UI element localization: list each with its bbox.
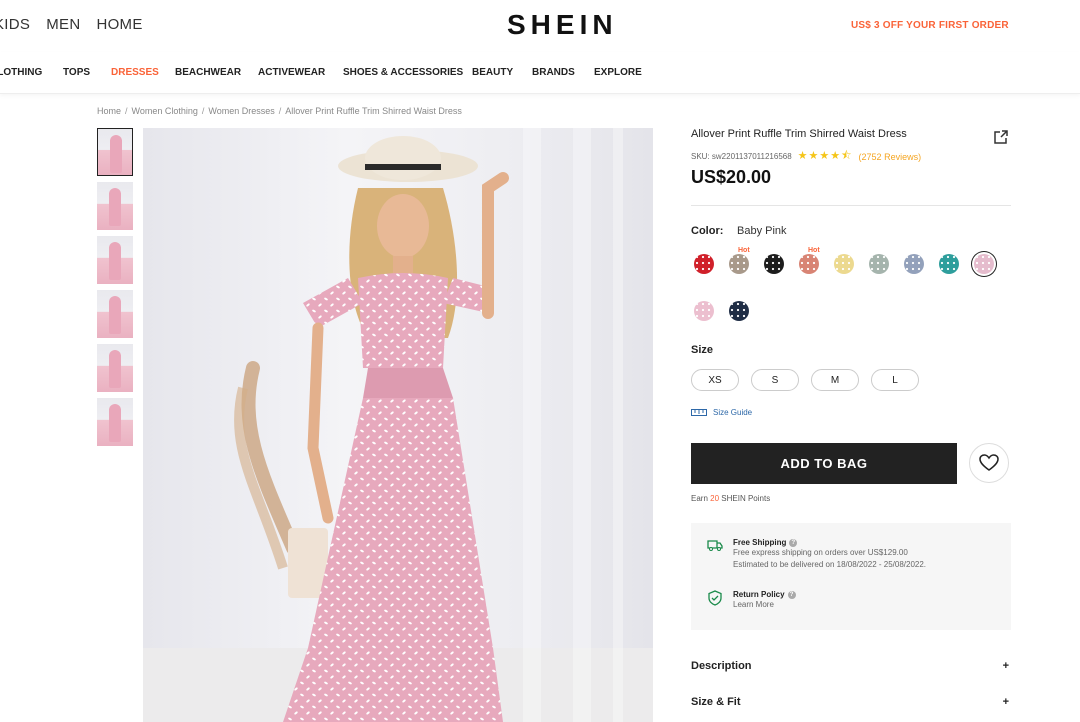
color-swatch-red[interactable] [694,254,714,274]
size-s-button[interactable]: S [751,369,799,391]
hot-badge: Hot [738,247,750,254]
category-beachwear[interactable]: BEACHWEAR [175,67,241,78]
help-icon[interactable]: ? [789,538,798,547]
size-m-button[interactable]: M [811,369,859,391]
earn-prefix: Earn [691,494,708,503]
breadcrumb-home[interactable]: Home [97,106,121,116]
shipping-box: Free Shipping? Free express shipping on … [691,523,1011,630]
thumbnail-3[interactable] [97,236,133,284]
shield-check-icon [708,590,722,606]
breadcrumb-women-clothing[interactable]: Women Clothing [132,106,198,116]
category-tops[interactable]: TOPS [63,67,90,78]
points-info: Earn 20 SHEIN Points [691,494,770,503]
product-price: US$20.00 [691,167,772,187]
size-guide-link[interactable]: Size Guide [691,407,752,417]
category-clothing[interactable]: CLOTHING [0,67,42,78]
nav-kids[interactable]: KIDS [0,16,30,33]
ruler-icon [691,409,707,416]
breadcrumb-women-dresses[interactable]: Women Dresses [208,106,274,116]
category-dresses[interactable]: DRESSES [111,67,159,78]
divider [691,205,1011,206]
category-explore[interactable]: EXPLORE [594,67,642,78]
accordion-size-fit-label: Size & Fit [691,696,741,708]
return-policy-row[interactable]: Return Policy? Learn More [707,590,796,611]
product-sku: SKU: sw2201137011216568 [691,152,792,161]
sku-rating-row: SKU: sw2201137011216568 ★★★★⯪ (2752 Revi… [691,147,921,166]
thumbnail-list [97,128,133,452]
size-label: Size [691,344,714,356]
accordion-description[interactable]: Description + [691,660,1011,672]
earn-points-value: 20 [710,494,720,503]
truck-icon [707,540,723,551]
wishlist-button[interactable] [969,443,1009,483]
color-swatch-yellow[interactable] [834,254,854,274]
free-shipping-row: Free Shipping? Free express shipping on … [707,538,926,571]
size-xs-button[interactable]: XS [691,369,739,391]
plus-icon: + [1002,660,1009,672]
color-swatch-sage[interactable] [869,254,889,274]
free-shipping-title: Free Shipping [733,538,787,547]
thumbnail-5[interactable] [97,344,133,392]
category-shoes-accessories[interactable]: SHOES & ACCESSORIES [343,67,463,78]
size-l-button[interactable]: L [871,369,919,391]
color-swatch-dusty-blue[interactable] [904,254,924,274]
color-label: Color: [691,225,724,237]
share-icon[interactable] [994,130,1008,144]
shein-logo[interactable]: SHEIN [507,9,618,41]
thumbnail-4[interactable] [97,290,133,338]
breadcrumb-current: Allover Print Ruffle Trim Shirred Waist … [285,106,462,116]
color-swatch-coral[interactable] [799,254,819,274]
learn-more-link[interactable]: Learn More [733,599,796,611]
free-shipping-line1: Free express shipping on orders over US$… [733,548,908,557]
color-swatch-teal[interactable] [939,254,959,274]
size-guide-label: Size Guide [713,407,753,417]
promo-banner[interactable]: US$ 3 OFF YOUR FIRST ORDER [851,20,1009,31]
reviews-link[interactable]: (2752 Reviews) [859,152,922,162]
return-policy-title: Return Policy [733,590,785,599]
thumbnail-6[interactable] [97,398,133,446]
category-brands[interactable]: BRANDS [532,67,575,78]
plus-icon: + [1002,696,1009,708]
heart-icon [979,454,999,471]
breadcrumb: Home / Women Clothing / Women Dresses / All… [97,106,462,116]
color-swatch-navy[interactable] [729,301,749,321]
earn-suffix: SHEIN Points [721,494,771,503]
top-header: KIDS MEN HOME SHEIN US$ 3 OFF YOUR FIRST… [0,0,1080,52]
nav-men[interactable]: MEN [46,16,80,33]
hot-badge: Hot [808,247,820,254]
top-nav: KIDS MEN HOME [0,16,143,33]
help-icon[interactable]: ? [787,590,796,599]
thumbnail-2[interactable] [97,182,133,230]
product-title: Allover Print Ruffle Trim Shirred Waist … [691,128,907,140]
color-swatch-baby-pink[interactable] [974,254,994,274]
accordion-description-label: Description [691,660,752,672]
category-activewear[interactable]: ACTIVEWEAR [258,67,325,78]
color-swatch-khaki[interactable] [729,254,749,274]
category-bar: CLOTHING TOPS DRESSES BEACHWEAR ACTIVEWE… [0,52,1080,94]
free-shipping-line2: Estimated to be delivered on 18/08/2022 … [733,560,927,569]
color-swatch-black[interactable] [764,254,784,274]
category-beauty[interactable]: BEAUTY [472,67,513,78]
color-value: Baby Pink [737,225,787,237]
accordion-size-fit[interactable]: Size & Fit + [691,696,1011,708]
thumbnail-1[interactable] [97,128,133,176]
color-swatch-light-pink[interactable] [694,301,714,321]
add-to-bag-button[interactable]: ADD TO BAG [691,443,957,484]
star-rating-icon: ★★★★⯪ [797,150,853,162]
main-product-image[interactable] [143,128,653,722]
nav-home[interactable]: HOME [96,16,142,33]
